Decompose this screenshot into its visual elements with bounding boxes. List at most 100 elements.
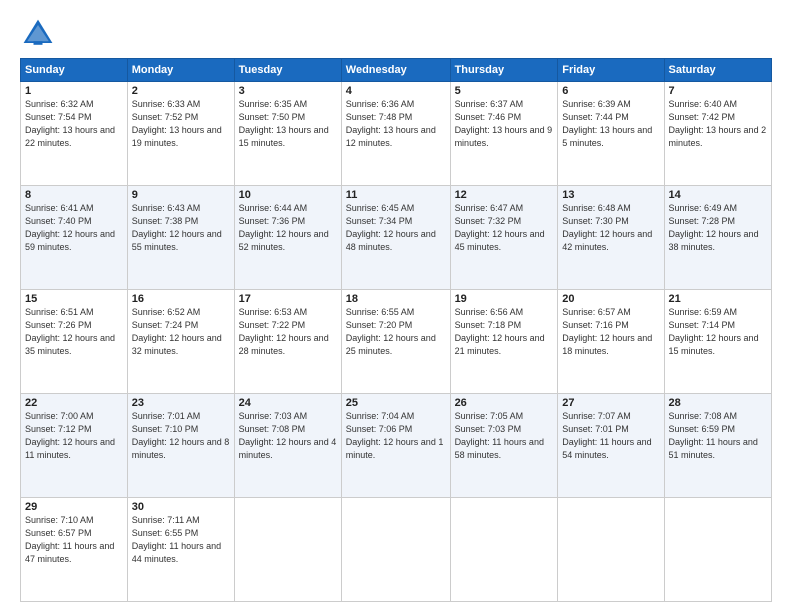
day-detail: Sunrise: 6:37 AMSunset: 7:46 PMDaylight:… (455, 98, 554, 150)
day-detail: Sunrise: 7:08 AMSunset: 6:59 PMDaylight:… (669, 410, 767, 462)
calendar-day-header: Thursday (450, 59, 558, 82)
day-number: 5 (455, 85, 554, 97)
calendar-day-header: Sunday (21, 59, 128, 82)
logo-icon (20, 16, 56, 52)
calendar-day-header: Monday (127, 59, 234, 82)
calendar-day-cell: 3Sunrise: 6:35 AMSunset: 7:50 PMDaylight… (234, 82, 341, 186)
day-detail: Sunrise: 6:56 AMSunset: 7:18 PMDaylight:… (455, 306, 554, 358)
day-number: 4 (346, 85, 446, 97)
day-number: 1 (25, 85, 123, 97)
calendar-day-header: Saturday (664, 59, 771, 82)
day-detail: Sunrise: 6:44 AMSunset: 7:36 PMDaylight:… (239, 202, 337, 254)
calendar-day-cell: 7Sunrise: 6:40 AMSunset: 7:42 PMDaylight… (664, 82, 771, 186)
day-number: 30 (132, 501, 230, 513)
calendar-day-cell: 11Sunrise: 6:45 AMSunset: 7:34 PMDayligh… (341, 186, 450, 290)
logo (20, 16, 60, 52)
day-number: 13 (562, 189, 659, 201)
day-detail: Sunrise: 6:36 AMSunset: 7:48 PMDaylight:… (346, 98, 446, 150)
calendar-table: SundayMondayTuesdayWednesdayThursdayFrid… (20, 58, 772, 602)
day-detail: Sunrise: 6:53 AMSunset: 7:22 PMDaylight:… (239, 306, 337, 358)
day-detail: Sunrise: 6:40 AMSunset: 7:42 PMDaylight:… (669, 98, 767, 150)
day-detail: Sunrise: 7:03 AMSunset: 7:08 PMDaylight:… (239, 410, 337, 462)
calendar-day-cell (664, 498, 771, 602)
day-number: 19 (455, 293, 554, 305)
calendar-week-row: 1Sunrise: 6:32 AMSunset: 7:54 PMDaylight… (21, 82, 772, 186)
calendar-day-cell: 28Sunrise: 7:08 AMSunset: 6:59 PMDayligh… (664, 394, 771, 498)
calendar-day-header: Friday (558, 59, 664, 82)
day-detail: Sunrise: 7:04 AMSunset: 7:06 PMDaylight:… (346, 410, 446, 462)
page: SundayMondayTuesdayWednesdayThursdayFrid… (0, 0, 792, 612)
day-detail: Sunrise: 6:48 AMSunset: 7:30 PMDaylight:… (562, 202, 659, 254)
day-number: 29 (25, 501, 123, 513)
calendar-day-cell: 17Sunrise: 6:53 AMSunset: 7:22 PMDayligh… (234, 290, 341, 394)
calendar-day-cell: 20Sunrise: 6:57 AMSunset: 7:16 PMDayligh… (558, 290, 664, 394)
calendar-day-cell: 1Sunrise: 6:32 AMSunset: 7:54 PMDaylight… (21, 82, 128, 186)
day-number: 27 (562, 397, 659, 409)
calendar-day-cell: 30Sunrise: 7:11 AMSunset: 6:55 PMDayligh… (127, 498, 234, 602)
calendar-day-cell: 12Sunrise: 6:47 AMSunset: 7:32 PMDayligh… (450, 186, 558, 290)
day-detail: Sunrise: 7:11 AMSunset: 6:55 PMDaylight:… (132, 514, 230, 566)
day-number: 25 (346, 397, 446, 409)
calendar-week-row: 15Sunrise: 6:51 AMSunset: 7:26 PMDayligh… (21, 290, 772, 394)
day-number: 11 (346, 189, 446, 201)
day-number: 8 (25, 189, 123, 201)
day-number: 2 (132, 85, 230, 97)
day-detail: Sunrise: 6:32 AMSunset: 7:54 PMDaylight:… (25, 98, 123, 150)
calendar-day-cell: 8Sunrise: 6:41 AMSunset: 7:40 PMDaylight… (21, 186, 128, 290)
calendar-day-cell: 24Sunrise: 7:03 AMSunset: 7:08 PMDayligh… (234, 394, 341, 498)
calendar-day-cell: 13Sunrise: 6:48 AMSunset: 7:30 PMDayligh… (558, 186, 664, 290)
day-detail: Sunrise: 6:49 AMSunset: 7:28 PMDaylight:… (669, 202, 767, 254)
calendar-day-cell: 22Sunrise: 7:00 AMSunset: 7:12 PMDayligh… (21, 394, 128, 498)
calendar-day-cell: 4Sunrise: 6:36 AMSunset: 7:48 PMDaylight… (341, 82, 450, 186)
day-detail: Sunrise: 7:00 AMSunset: 7:12 PMDaylight:… (25, 410, 123, 462)
calendar-day-cell: 26Sunrise: 7:05 AMSunset: 7:03 PMDayligh… (450, 394, 558, 498)
day-number: 10 (239, 189, 337, 201)
calendar-day-cell (558, 498, 664, 602)
day-number: 12 (455, 189, 554, 201)
day-number: 21 (669, 293, 767, 305)
day-number: 23 (132, 397, 230, 409)
day-detail: Sunrise: 6:41 AMSunset: 7:40 PMDaylight:… (25, 202, 123, 254)
day-number: 28 (669, 397, 767, 409)
day-detail: Sunrise: 6:47 AMSunset: 7:32 PMDaylight:… (455, 202, 554, 254)
day-number: 7 (669, 85, 767, 97)
day-detail: Sunrise: 6:52 AMSunset: 7:24 PMDaylight:… (132, 306, 230, 358)
day-number: 15 (25, 293, 123, 305)
day-detail: Sunrise: 7:07 AMSunset: 7:01 PMDaylight:… (562, 410, 659, 462)
day-detail: Sunrise: 6:55 AMSunset: 7:20 PMDaylight:… (346, 306, 446, 358)
day-number: 3 (239, 85, 337, 97)
header (20, 16, 772, 52)
day-number: 18 (346, 293, 446, 305)
calendar-day-cell: 15Sunrise: 6:51 AMSunset: 7:26 PMDayligh… (21, 290, 128, 394)
day-detail: Sunrise: 7:05 AMSunset: 7:03 PMDaylight:… (455, 410, 554, 462)
day-number: 14 (669, 189, 767, 201)
calendar-day-cell: 6Sunrise: 6:39 AMSunset: 7:44 PMDaylight… (558, 82, 664, 186)
day-detail: Sunrise: 6:35 AMSunset: 7:50 PMDaylight:… (239, 98, 337, 150)
calendar-day-cell: 16Sunrise: 6:52 AMSunset: 7:24 PMDayligh… (127, 290, 234, 394)
calendar-day-cell: 10Sunrise: 6:44 AMSunset: 7:36 PMDayligh… (234, 186, 341, 290)
day-number: 9 (132, 189, 230, 201)
day-detail: Sunrise: 6:45 AMSunset: 7:34 PMDaylight:… (346, 202, 446, 254)
day-number: 6 (562, 85, 659, 97)
day-detail: Sunrise: 6:39 AMSunset: 7:44 PMDaylight:… (562, 98, 659, 150)
day-number: 24 (239, 397, 337, 409)
day-number: 26 (455, 397, 554, 409)
calendar-day-cell: 27Sunrise: 7:07 AMSunset: 7:01 PMDayligh… (558, 394, 664, 498)
day-detail: Sunrise: 6:43 AMSunset: 7:38 PMDaylight:… (132, 202, 230, 254)
calendar-day-cell: 2Sunrise: 6:33 AMSunset: 7:52 PMDaylight… (127, 82, 234, 186)
day-detail: Sunrise: 7:01 AMSunset: 7:10 PMDaylight:… (132, 410, 230, 462)
day-detail: Sunrise: 6:59 AMSunset: 7:14 PMDaylight:… (669, 306, 767, 358)
calendar-day-cell: 18Sunrise: 6:55 AMSunset: 7:20 PMDayligh… (341, 290, 450, 394)
calendar-day-cell: 19Sunrise: 6:56 AMSunset: 7:18 PMDayligh… (450, 290, 558, 394)
calendar-day-header: Wednesday (341, 59, 450, 82)
calendar-week-row: 29Sunrise: 7:10 AMSunset: 6:57 PMDayligh… (21, 498, 772, 602)
calendar-day-cell: 29Sunrise: 7:10 AMSunset: 6:57 PMDayligh… (21, 498, 128, 602)
day-number: 16 (132, 293, 230, 305)
calendar-day-cell (341, 498, 450, 602)
calendar-day-header: Tuesday (234, 59, 341, 82)
calendar-day-cell (450, 498, 558, 602)
calendar-day-cell: 21Sunrise: 6:59 AMSunset: 7:14 PMDayligh… (664, 290, 771, 394)
calendar-day-cell (234, 498, 341, 602)
calendar-day-cell: 5Sunrise: 6:37 AMSunset: 7:46 PMDaylight… (450, 82, 558, 186)
calendar-week-row: 22Sunrise: 7:00 AMSunset: 7:12 PMDayligh… (21, 394, 772, 498)
